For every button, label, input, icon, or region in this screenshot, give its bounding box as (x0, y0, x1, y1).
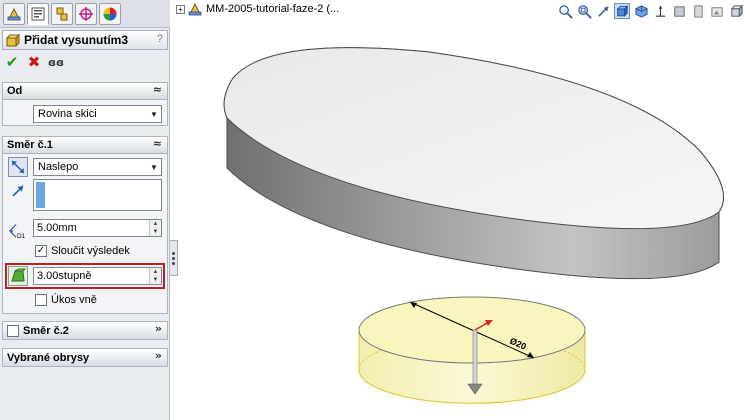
model-canvas: Ø20 (223, 47, 724, 404)
dimxpert-icon (79, 7, 93, 21)
hide-show-icon[interactable] (671, 3, 687, 19)
end-condition-value: Naslepo (38, 161, 79, 173)
direction1-group-header[interactable]: Směr č.1 ≈ (3, 137, 167, 154)
depth-icon-label: D1 (17, 233, 26, 240)
direction-selection-box[interactable] (33, 179, 162, 211)
apply-scene-icon[interactable] (709, 3, 725, 19)
draft-angle-input[interactable]: 3.00stupně ▲ ▼ (33, 267, 162, 285)
from-dropdown[interactable]: Rovina skici ▼ (33, 105, 162, 123)
from-dropdown-value: Rovina skici (38, 108, 97, 120)
help-glyph: ? (156, 33, 163, 45)
draft-outward-box[interactable] (35, 294, 47, 306)
tree-expand-button[interactable]: + (176, 4, 185, 14)
help-icon[interactable]: ? (157, 33, 163, 45)
draft-angle-spinner[interactable]: ▲ ▼ (149, 268, 161, 284)
merge-result-label: Sloučit výsledek (51, 245, 130, 257)
collapse-icon[interactable]: ≈ (153, 83, 162, 96)
depth-icon: D1 (9, 224, 26, 240)
selected-contours-header[interactable]: Vybrané obrysy » (3, 349, 167, 366)
draft-outward-checkbox[interactable]: Úkos vně (35, 294, 97, 306)
from-group-header[interactable]: Od ≈ (3, 83, 167, 100)
view-settings-icon[interactable] (728, 3, 744, 19)
direction2-group-label: Směr č.2 (23, 324, 69, 337)
edit-appearance-icon[interactable] (690, 3, 706, 19)
cancel-button[interactable]: ✖ (26, 53, 42, 71)
action-buttons: ✔ ✖ ɞɞ (4, 53, 64, 71)
dimxpert-tab[interactable] (75, 3, 97, 25)
direction2-checkbox[interactable] (7, 324, 19, 337)
chevron-down-icon: ▼ (150, 109, 158, 119)
merge-result-checkbox[interactable]: ✓ Sloučit výsledek (35, 245, 130, 257)
graphics-area[interactable]: Ø20 (179, 0, 750, 420)
spin-down-icon[interactable]: ▼ (150, 228, 161, 236)
depth-value: 5.00mm (37, 222, 77, 234)
expand-icon[interactable]: » (155, 349, 162, 362)
feature-manager-tab[interactable] (3, 3, 25, 25)
zoom-to-fit-icon[interactable] (557, 3, 573, 19)
part-name: MM-2005-tutorial-faze-2 (... (206, 3, 340, 15)
reverse-direction-icon (11, 160, 25, 174)
selected-contours-group: Vybrané obrysy » (2, 348, 168, 367)
detailed-preview-button[interactable]: ɞɞ (48, 54, 64, 70)
collapse-icon[interactable]: ≈ (153, 137, 162, 150)
from-group: Od ≈ Rovina skici ▼ (2, 82, 168, 126)
depth-icon-wrap: D1 (7, 220, 27, 240)
heads-up-view-toolbar (557, 3, 744, 19)
chevron-down-icon: ▼ (150, 162, 158, 172)
previous-view-icon[interactable] (595, 3, 611, 19)
manager-tab-bar (0, 0, 170, 28)
spin-up-icon[interactable]: ▲ (150, 220, 161, 228)
section-view-icon[interactable] (614, 3, 630, 19)
feature-manager-icon (7, 7, 21, 21)
merge-result-box[interactable]: ✓ (35, 245, 47, 257)
property-manager-panel: Přidat vysunutím3 ? ✔ ✖ ɞɞ Od ≈ Rovina s… (0, 0, 170, 420)
spin-down-icon[interactable]: ▼ (150, 276, 161, 284)
selected-contours-label: Vybrané obrysy (7, 351, 90, 364)
feature-title-bar: Přidat vysunutím3 ? (2, 30, 168, 50)
existing-body[interactable] (223, 47, 724, 280)
draft-icon (11, 268, 27, 282)
zoom-to-area-icon[interactable] (576, 3, 592, 19)
configuration-manager-icon (56, 7, 68, 21)
direction1-group: Směr č.1 ≈ Naslepo ▼ D1 5.00mm ▲ ▼ ✓ Slo… (2, 136, 168, 314)
selection-highlight (36, 182, 45, 208)
draft-toggle-button[interactable] (8, 266, 28, 286)
direction-arrow-icon (12, 185, 24, 197)
direction2-group-header[interactable]: Směr č.2 » (3, 322, 167, 339)
display-style-icon[interactable] (652, 3, 668, 19)
draft-outward-label: Úkos vně (51, 294, 97, 306)
view-orientation-icon[interactable] (633, 3, 649, 19)
direction-vector-icon-wrap (8, 181, 28, 201)
property-manager-icon (31, 7, 45, 21)
direction1-group-label: Směr č.1 (7, 139, 53, 151)
feature-tree-flyout[interactable]: + MM-2005-tutorial-faze-2 (... (176, 2, 339, 16)
expand-icon[interactable]: » (155, 322, 162, 335)
panel-splitter-handle[interactable] (170, 240, 178, 276)
display-manager-tab[interactable] (99, 3, 121, 25)
ok-button[interactable]: ✔ (4, 53, 20, 71)
extrude-feature-icon (6, 33, 20, 47)
extrude-preview[interactable]: Ø20 (358, 296, 586, 404)
reverse-direction-button[interactable] (8, 157, 28, 177)
depth-input[interactable]: 5.00mm ▲ ▼ (33, 219, 162, 237)
direction-arrow-shaft (472, 329, 478, 387)
part-icon (188, 2, 202, 16)
end-condition-dropdown[interactable]: Naslepo ▼ (33, 158, 162, 176)
configuration-manager-tab[interactable] (51, 3, 73, 25)
property-manager-tab[interactable] (27, 3, 49, 25)
direction2-group: Směr č.2 » (2, 321, 168, 340)
spin-up-icon[interactable]: ▲ (150, 268, 161, 276)
draft-angle-value: 3.00stupně (37, 270, 92, 282)
from-group-label: Od (7, 85, 23, 97)
display-manager-icon (103, 7, 117, 21)
feature-title: Přidat vysunutím3 (24, 33, 129, 47)
depth-spinner[interactable]: ▲ ▼ (149, 220, 161, 236)
